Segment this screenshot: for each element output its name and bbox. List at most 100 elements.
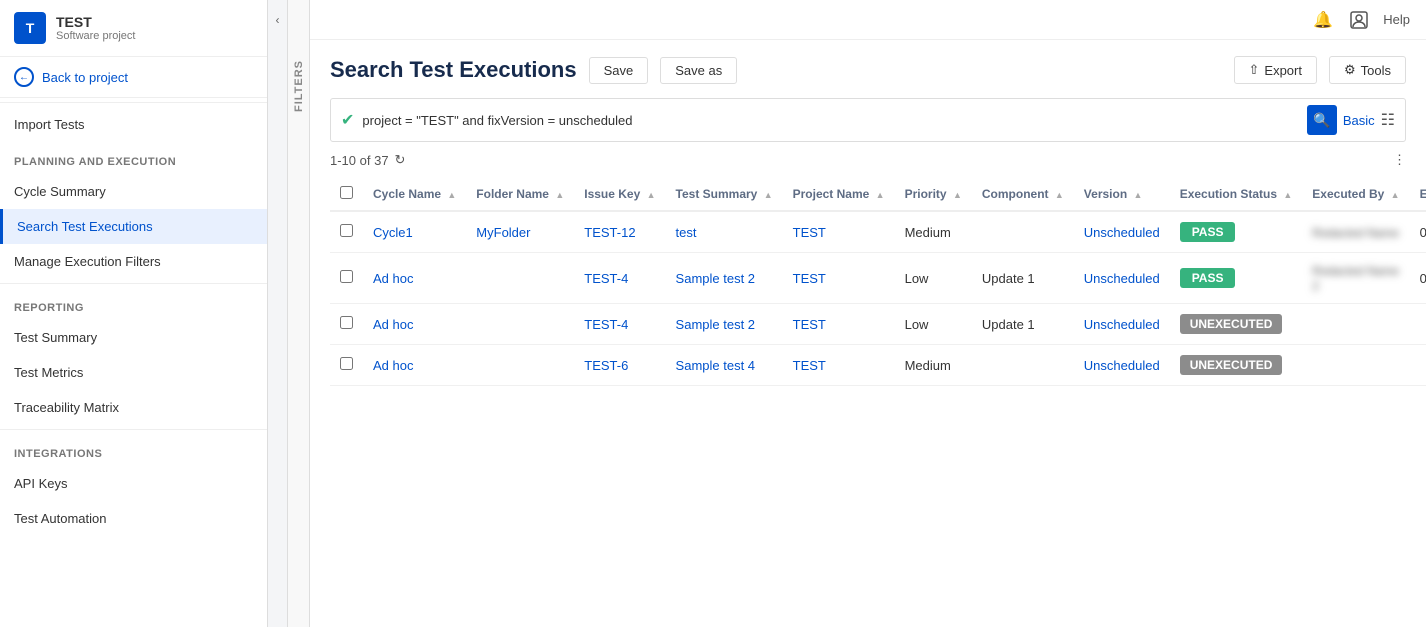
col-cycle-name[interactable]: Cycle Name ▲ [363,178,466,211]
row-component [972,211,1074,253]
row-checkbox-cell[interactable] [330,211,363,253]
test-summary-link[interactable]: Sample test 2 [676,317,756,332]
test-summary-link[interactable]: Sample test 2 [676,271,756,286]
search-bar: ✔ 🔍 Basic ☷ [330,98,1406,142]
row-cycle-name[interactable]: Ad hoc [363,253,466,304]
folder-name-link[interactable]: MyFolder [476,225,530,240]
export-button[interactable]: ⇧ Export [1234,56,1317,84]
row-issue-key[interactable]: TEST-4 [574,304,665,345]
page-header: Search Test Executions Save Save as ⇧ Ex… [330,56,1406,84]
cycle-name-link[interactable]: Cycle1 [373,225,413,240]
col-issue-key[interactable]: Issue Key ▲ [574,178,665,211]
project-name-link[interactable]: TEST [793,317,826,332]
version-link[interactable]: Unscheduled [1084,317,1160,332]
row-checkbox[interactable] [340,224,353,237]
row-checkbox[interactable] [340,270,353,283]
more-actions-icon[interactable]: ⋮ [1393,152,1406,168]
col-component[interactable]: Component ▲ [972,178,1074,211]
row-checkbox-cell[interactable] [330,253,363,304]
row-folder-name[interactable]: MyFolder [466,211,574,253]
row-cycle-name[interactable]: Cycle1 [363,211,466,253]
sidebar-section-integrations: INTEGRATIONS [0,434,267,466]
row-executed-by [1302,304,1409,345]
row-checkbox[interactable] [340,357,353,370]
row-checkbox-cell[interactable] [330,304,363,345]
test-summary-link[interactable]: Sample test 4 [676,358,756,373]
back-to-project-link[interactable]: ← Back to project [0,57,267,98]
row-checkbox[interactable] [340,316,353,329]
search-button[interactable]: 🔍 [1307,105,1337,135]
cycle-name-link[interactable]: Ad hoc [373,358,413,373]
sidebar-collapse-handle[interactable]: ‹ [268,0,288,627]
sidebar-item-test-summary[interactable]: Test Summary [0,320,267,355]
select-all-col[interactable] [330,178,363,211]
project-name-link[interactable]: TEST [793,271,826,286]
row-folder-name[interactable] [466,253,574,304]
row-project-name: TEST [783,253,895,304]
help-label[interactable]: Help [1383,12,1410,27]
col-version[interactable]: Version ▲ [1074,178,1170,211]
sidebar-item-search-test-executions[interactable]: Search Test Executions [0,209,267,244]
sidebar-item-manage-execution-filters[interactable]: Manage Execution Filters [0,244,267,279]
issue-key-link[interactable]: TEST-12 [584,225,635,240]
user-settings-icon[interactable] [1347,8,1371,32]
sort-icon: ▲ [1133,190,1142,200]
col-priority[interactable]: Priority ▲ [895,178,972,211]
project-name-link[interactable]: TEST [793,225,826,240]
col-project-name[interactable]: Project Name ▲ [783,178,895,211]
table-row: Ad hoc TEST-4 Sample test 2 TEST Low Upd… [330,304,1426,345]
sidebar-header: T TEST Software project [0,0,267,57]
refresh-icon[interactable]: ↻ [395,152,406,168]
row-folder-name[interactable] [466,304,574,345]
issue-key-link[interactable]: TEST-6 [584,358,628,373]
row-test-summary[interactable]: Sample test 2 [666,304,783,345]
version-link[interactable]: Unscheduled [1084,358,1160,373]
version-link[interactable]: Unscheduled [1084,225,1160,240]
save-as-button[interactable]: Save as [660,57,737,84]
status-badge-pass: PASS [1180,222,1236,242]
sidebar-item-cycle-summary[interactable]: Cycle Summary [0,174,267,209]
row-test-summary[interactable]: Sample test 4 [666,345,783,386]
test-summary-link[interactable]: test [676,225,697,240]
results-table: Cycle Name ▲ Folder Name ▲ Issue Key ▲ T… [330,178,1426,386]
row-issue-key[interactable]: TEST-12 [574,211,665,253]
row-version: Unscheduled [1074,304,1170,345]
col-folder-name[interactable]: Folder Name ▲ [466,178,574,211]
collapse-icon[interactable]: ‹ [268,10,287,30]
col-test-summary[interactable]: Test Summary ▲ [666,178,783,211]
sidebar-item-api-keys[interactable]: API Keys [0,466,267,501]
row-cycle-name[interactable]: Ad hoc [363,304,466,345]
sidebar-item-test-metrics[interactable]: Test Metrics [0,355,267,390]
results-count: 1-10 of 37 ↻ ⋮ [330,152,1406,168]
row-cycle-name[interactable]: Ad hoc [363,345,466,386]
header-actions: ⇧ Export ⚙ Tools [1234,56,1407,84]
sidebar-item-import-tests[interactable]: Import Tests [0,107,267,142]
issue-key-link[interactable]: TEST-4 [584,271,628,286]
select-all-checkbox[interactable] [340,186,353,199]
row-folder-name[interactable] [466,345,574,386]
row-executed-by [1302,345,1409,386]
search-actions: 🔍 Basic ☷ [1307,105,1395,135]
search-input[interactable] [362,113,1298,128]
project-name-link[interactable]: TEST [793,358,826,373]
sidebar-item-traceability-matrix[interactable]: Traceability Matrix [0,390,267,425]
sidebar-item-test-automation[interactable]: Test Automation [0,501,267,536]
notification-icon[interactable]: 🔔 [1311,8,1335,32]
save-button[interactable]: Save [589,57,649,84]
row-issue-key[interactable]: TEST-4 [574,253,665,304]
cycle-name-link[interactable]: Ad hoc [373,317,413,332]
col-execution-status[interactable]: Execution Status ▲ [1170,178,1303,211]
basic-mode-link[interactable]: Basic [1343,113,1375,128]
version-link[interactable]: Unscheduled [1084,271,1160,286]
row-test-summary[interactable]: Sample test 2 [666,253,783,304]
row-priority: Medium [895,345,972,386]
issue-key-link[interactable]: TEST-4 [584,317,628,332]
row-checkbox-cell[interactable] [330,345,363,386]
cycle-name-link[interactable]: Ad hoc [373,271,413,286]
col-executed-by[interactable]: Executed By ▲ [1302,178,1409,211]
col-executed-on[interactable]: Executed On [1410,178,1426,211]
row-issue-key[interactable]: TEST-6 [574,345,665,386]
tools-button[interactable]: ⚙ Tools [1329,56,1406,84]
list-view-icon[interactable]: ☷ [1381,110,1395,130]
row-test-summary[interactable]: test [666,211,783,253]
